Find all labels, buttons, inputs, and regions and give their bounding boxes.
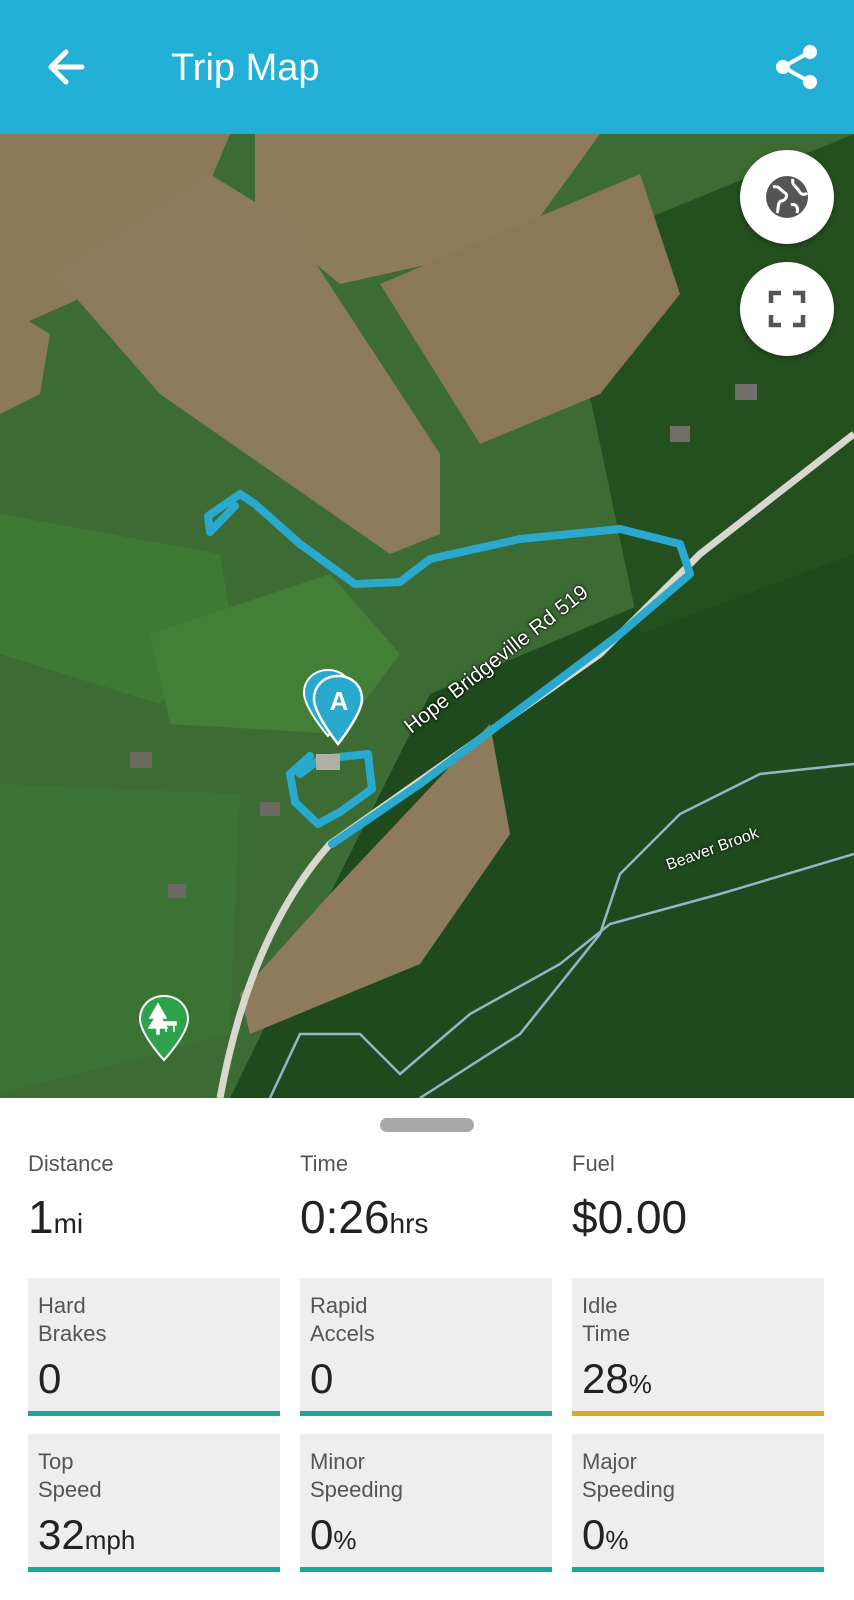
status-bar <box>572 1567 824 1572</box>
major-speeding-card: Major Speeding 0% <box>572 1434 824 1572</box>
page-title: Trip Map <box>171 47 320 89</box>
fullscreen-button[interactable] <box>740 262 834 356</box>
distance-summary: Distance 1mi <box>28 1150 114 1251</box>
rapid-accels-card: Rapid Accels 0 <box>300 1278 552 1416</box>
status-bar <box>300 1567 552 1572</box>
share-icon[interactable] <box>770 40 824 94</box>
drag-handle[interactable] <box>380 1118 474 1132</box>
status-bar <box>28 1567 280 1572</box>
trip-summary-sheet: Distance 1mi Time 0:26hrs Fuel $0.00 Har… <box>0 1098 854 1600</box>
map-type-button[interactable] <box>740 150 834 244</box>
time-summary: Time 0:26hrs <box>300 1150 428 1251</box>
status-bar <box>300 1411 552 1416</box>
idle-time-card: Idle Time 28% <box>572 1278 824 1416</box>
globe-icon <box>766 176 809 218</box>
distance-value: 1mi <box>28 1191 84 1243</box>
back-arrow-icon[interactable] <box>40 40 94 94</box>
time-value: 0:26hrs <box>300 1191 429 1243</box>
fuel-label: Fuel <box>572 1151 615 1176</box>
top-speed-card: Top Speed 32mph <box>28 1434 280 1572</box>
fullscreen-icon <box>768 290 806 328</box>
status-bar <box>28 1411 280 1416</box>
satellite-imagery <box>0 134 854 1098</box>
app-bar: Trip Map <box>0 0 854 134</box>
status-bar <box>572 1411 824 1416</box>
park-marker-icon[interactable] <box>138 994 190 1064</box>
start-marker-label: A <box>329 686 349 716</box>
trip-map[interactable]: A Hope Bridgeville Rd 519 Beaver Brook <box>0 134 854 1098</box>
distance-label: Distance <box>28 1151 114 1176</box>
fuel-summary: Fuel $0.00 <box>572 1150 687 1251</box>
minor-speeding-card: Minor Speeding 0% <box>300 1434 552 1572</box>
hard-brakes-card: Hard Brakes 0 <box>28 1278 280 1416</box>
fuel-value: $0.00 <box>572 1191 688 1243</box>
time-label: Time <box>300 1151 349 1176</box>
